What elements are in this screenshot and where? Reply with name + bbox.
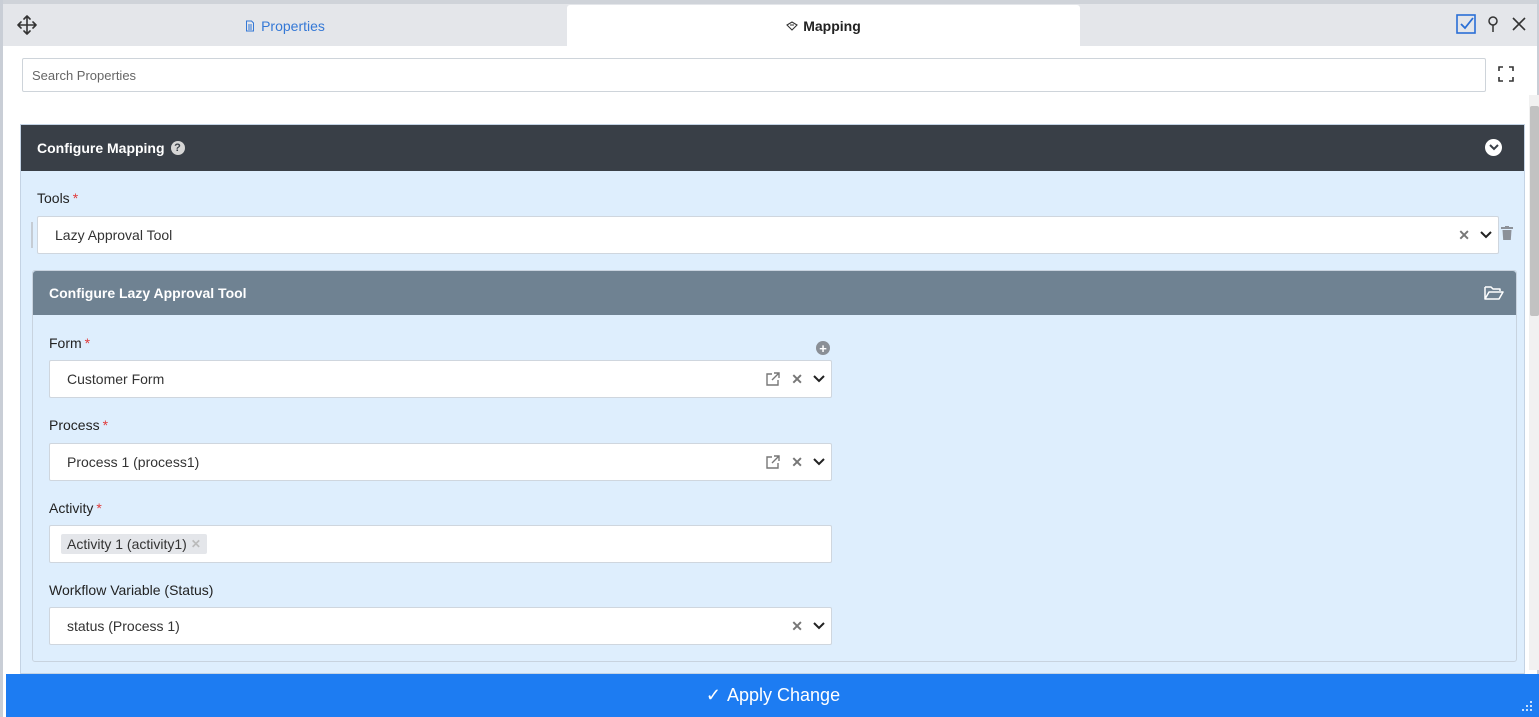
workflow-variable-value: status (Process 1) — [67, 618, 180, 634]
chevron-down-icon[interactable] — [813, 622, 825, 630]
workflow-variable-select[interactable]: status (Process 1) ✕ — [49, 607, 832, 645]
activity-multiselect[interactable]: Activity 1 (activity1) ✕ — [49, 525, 832, 563]
title-bar: Properties Mapping — [3, 0, 1537, 46]
document-icon — [246, 20, 255, 31]
configure-tool-header[interactable]: Configure Lazy Approval Tool — [33, 271, 1516, 315]
configure-mapping-header[interactable]: Configure Mapping ? — [21, 125, 1524, 171]
process-label-text: Process — [49, 417, 100, 433]
clear-icon[interactable]: ✕ — [791, 371, 803, 388]
tools-select-controls: ✕ — [1458, 227, 1498, 244]
folder-open-icon[interactable] — [1484, 285, 1504, 301]
clear-icon[interactable]: ✕ — [1458, 227, 1470, 244]
tools-label-text: Tools — [37, 190, 70, 206]
required-mark: * — [96, 500, 102, 516]
chevron-down-icon[interactable] — [1480, 231, 1492, 239]
tab-properties-label: Properties — [261, 17, 325, 34]
configure-tool-panel: Configure Lazy Approval Tool Form * + Cus… — [32, 270, 1517, 662]
tools-select[interactable]: Lazy Approval Tool ✕ — [37, 216, 1499, 254]
process-select-controls: ✕ — [765, 454, 831, 471]
activity-label: Activity * — [49, 500, 102, 516]
form-label: Form * — [49, 335, 90, 351]
clear-icon[interactable]: ✕ — [791, 454, 803, 471]
required-mark: * — [102, 417, 109, 433]
apply-change-label: Apply Change — [727, 685, 841, 705]
configure-mapping-title: Configure Mapping — [37, 140, 165, 156]
process-select-value: Process 1 (process1) — [67, 454, 200, 470]
drag-handle[interactable] — [31, 222, 33, 248]
clear-icon[interactable]: ✕ — [791, 618, 803, 635]
chevron-down-icon[interactable] — [813, 375, 825, 383]
pin-icon — [1488, 16, 1498, 32]
configure-tool-title: Configure Lazy Approval Tool — [49, 285, 247, 301]
required-mark: * — [72, 190, 79, 206]
close-button[interactable] — [1509, 14, 1529, 34]
apply-change-button[interactable]: ✓ Apply Change — [6, 674, 1539, 717]
resize-grip-icon[interactable] — [1519, 698, 1533, 712]
trash-icon[interactable] — [1501, 226, 1513, 240]
activity-tag-label: Activity 1 (activity1) — [67, 536, 187, 552]
form-select-value: Customer Form — [67, 371, 165, 387]
activity-label-text: Activity — [49, 500, 94, 516]
map-pin-icon — [786, 20, 799, 31]
tools-label: Tools * — [37, 190, 78, 206]
add-form-icon[interactable]: + — [816, 341, 830, 355]
checkbox-icon — [1456, 14, 1476, 34]
top-strip — [3, 0, 1537, 4]
workflow-variable-label: Workflow Variable (Status) — [49, 582, 213, 598]
tab-properties[interactable]: Properties — [3, 5, 566, 46]
required-mark: * — [84, 335, 91, 351]
tab-mapping[interactable]: Mapping — [567, 5, 1080, 46]
expand-icon[interactable] — [1497, 65, 1515, 83]
process-select[interactable]: Process 1 (process1) ✕ — [49, 443, 832, 481]
tab-mapping-label: Mapping — [803, 17, 861, 34]
help-icon[interactable]: ? — [170, 141, 185, 155]
remove-tag-icon[interactable]: ✕ — [191, 537, 201, 551]
workflow-variable-controls: ✕ — [791, 618, 831, 635]
chevron-down-icon[interactable] — [813, 458, 825, 466]
form-select[interactable]: Customer Form ✕ — [49, 360, 832, 398]
process-label: Process * — [49, 417, 108, 433]
collapse-icon[interactable] — [1485, 139, 1502, 156]
tools-select-value: Lazy Approval Tool — [55, 227, 173, 243]
form-label-text: Form — [49, 335, 82, 351]
search-input[interactable] — [22, 58, 1486, 92]
close-icon — [1512, 17, 1526, 31]
configure-mapping-panel: Configure Mapping ? Tools * Lazy Approval… — [20, 124, 1525, 674]
workflow-variable-label-text: Workflow Variable (Status) — [49, 582, 214, 598]
chevron-down-icon — [1488, 144, 1499, 151]
external-link-icon[interactable] — [765, 454, 781, 470]
properties-window: Properties Mapping Search Properties Con… — [0, 0, 1539, 717]
search-row — [22, 58, 1486, 92]
scrollbar-thumb[interactable] — [1530, 106, 1539, 316]
pin-button[interactable] — [1483, 14, 1503, 34]
external-link-icon[interactable] — [765, 371, 781, 387]
dock-checkbox-button[interactable] — [1456, 14, 1476, 34]
check-icon: ✓ — [705, 685, 721, 705]
form-select-controls: ✕ — [765, 371, 831, 388]
activity-tag: Activity 1 (activity1) ✕ — [61, 534, 207, 554]
